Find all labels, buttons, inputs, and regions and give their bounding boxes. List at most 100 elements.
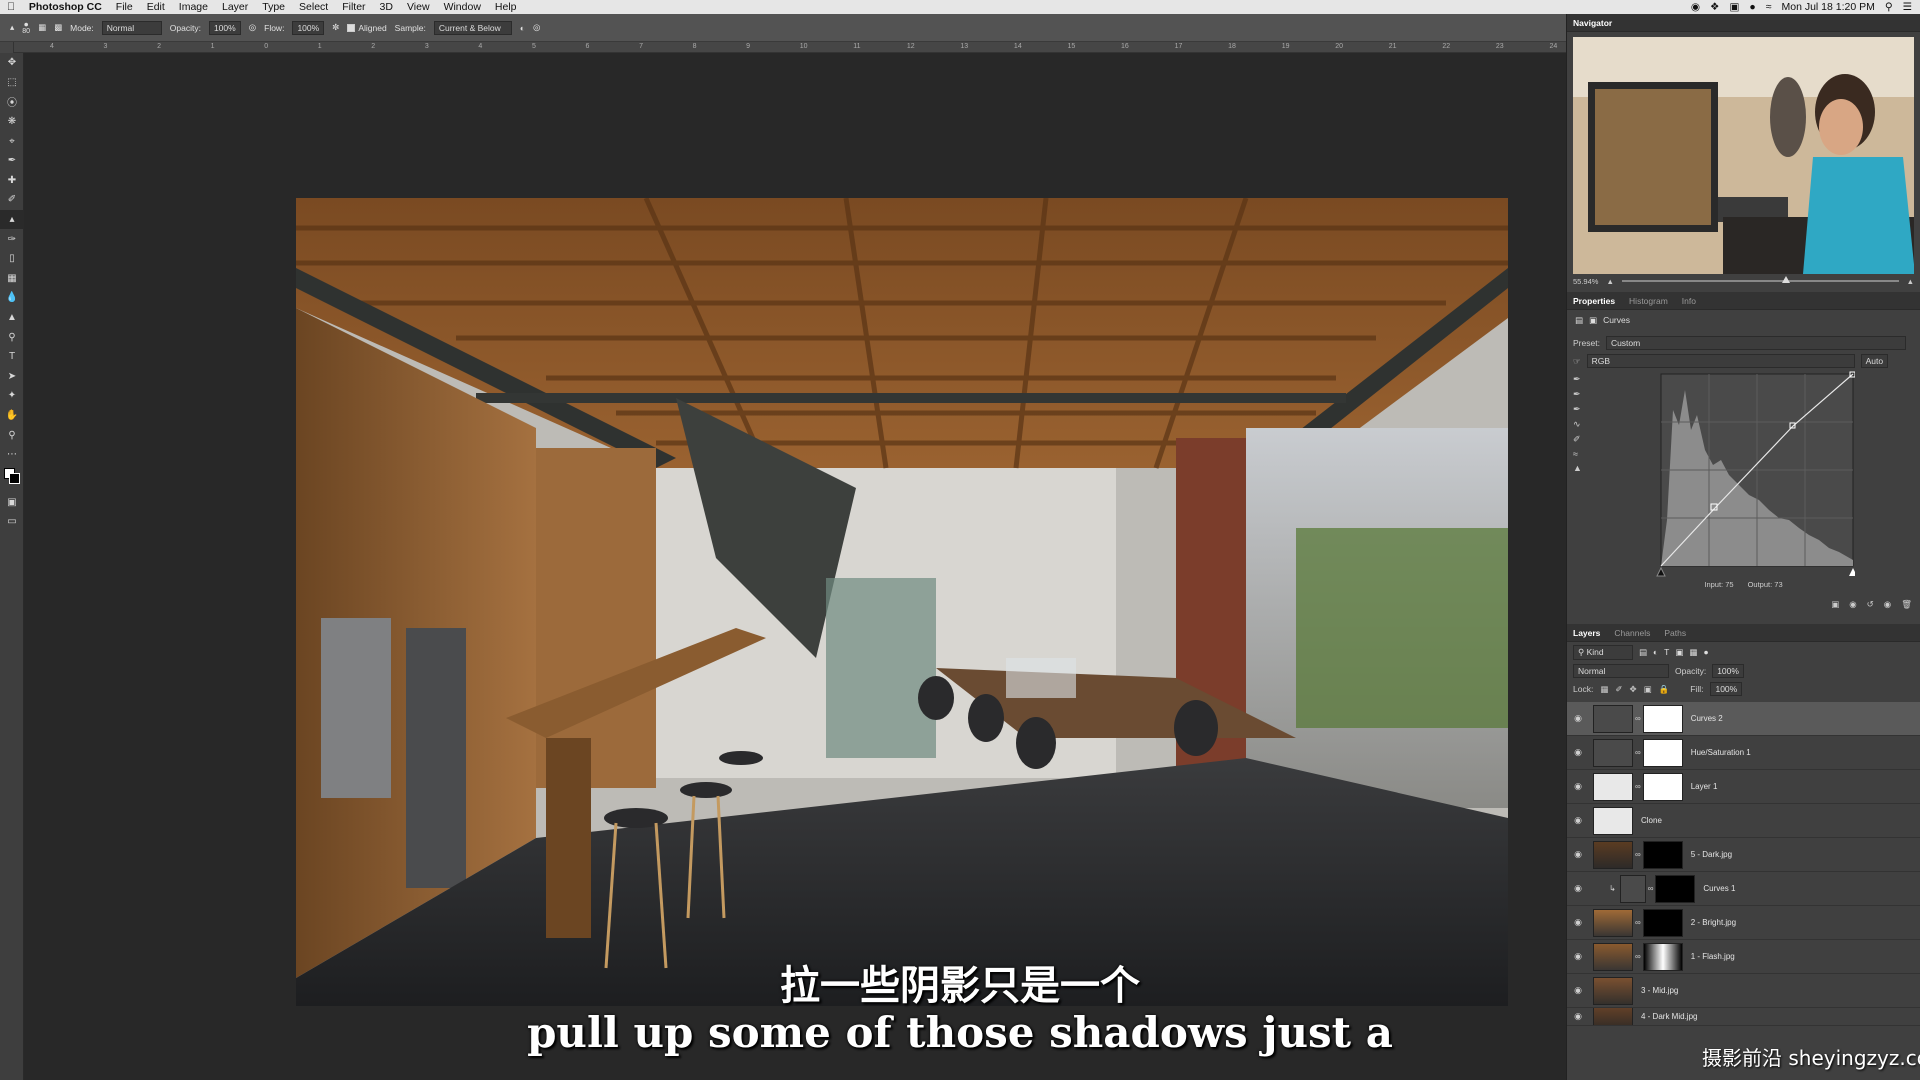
zoom-in-icon[interactable]: ▲ [1907,277,1914,286]
brush-tool-icon[interactable]: ✐ [0,190,24,210]
dropbox-icon[interactable]: ❖ [1710,0,1719,14]
more-tools-icon[interactable]: ⋯ [0,445,24,465]
clip-to-layer-icon[interactable]: ▣ [1831,599,1839,610]
curves-graph[interactable] [1655,370,1855,580]
menu-list-icon[interactable]: ☰ [1903,0,1912,14]
tab-paths[interactable]: Paths [1664,628,1686,638]
layer-mask-thumb[interactable] [1642,840,1683,869]
layer-mask-thumb[interactable] [1642,738,1683,767]
navigator-title[interactable]: Navigator [1573,18,1612,28]
visibility-eye-icon[interactable]: ◉ [1567,849,1589,860]
lock-image-icon[interactable]: ✐ [1615,684,1622,695]
link-icon[interactable]: ∞ [1635,714,1641,723]
record-icon[interactable]: ◉ [1691,0,1700,14]
color-swatches[interactable] [0,464,24,492]
lock-all-icon[interactable]: 🔒 [1659,684,1670,695]
menu-filter[interactable]: Filter [335,0,372,14]
mode-select[interactable]: Normal [101,20,162,35]
link-icon[interactable]: ∞ [1635,918,1641,927]
menu-type[interactable]: Type [255,0,292,14]
visibility-eye-icon[interactable]: ◉ [1567,815,1589,826]
layer-name[interactable]: 5 - Dark.jpg [1691,850,1732,859]
healing-brush-tool-icon[interactable]: ✚ [0,171,24,191]
apple-icon[interactable]:  [0,0,22,14]
menu-window[interactable]: Window [437,0,488,14]
tab-layers[interactable]: Layers [1573,628,1600,638]
clone-stamp-tool-icon[interactable]: ▴ [0,209,24,230]
curve-points-icon[interactable]: ∿ [1573,419,1582,430]
tab-histogram[interactable]: Histogram [1629,296,1668,306]
layer-row-3-mid[interactable]: ◉ 3 - Mid.jpg [1567,974,1920,1008]
pencil-draw-icon[interactable]: ✐ [1573,434,1582,445]
pen-tool-icon[interactable]: ⚲ [0,327,24,347]
layer-name[interactable]: Hue/Saturation 1 [1691,748,1751,757]
pixel-filter-icon[interactable]: ▤ [1639,647,1647,658]
layer-name[interactable]: 1 - Flash.jpg [1691,952,1735,961]
visibility-toggle-icon[interactable]: ◉ [1884,599,1891,610]
clipping-warning-icon[interactable]: ▲ [1573,463,1582,473]
lock-transparent-icon[interactable]: ▦ [1600,684,1608,695]
menu-select[interactable]: Select [292,0,335,14]
layer-row-5-dark[interactable]: ◉ ∞ 5 - Dark.jpg [1567,838,1920,872]
hand-tool-icon[interactable]: ✋ [0,406,24,426]
visibility-eye-icon[interactable]: ◉ [1567,747,1589,758]
layer-row-curves-1[interactable]: ◉ ↳ ∞ Curves 1 [1567,872,1920,906]
navigator-zoom-slider[interactable] [1621,276,1899,283]
layer-row-curves-2[interactable]: ◉ ∞ Curves 2 [1567,702,1920,736]
layer-name[interactable]: 2 - Bright.jpg [1691,918,1736,927]
type-tool-icon[interactable]: T [0,347,24,367]
gradient-tool-icon[interactable]: ▦ [0,269,24,289]
pressure-opacity-icon[interactable]: ◎ [249,22,256,33]
layer-opacity-value[interactable]: 100% [1712,664,1744,678]
visibility-eye-icon[interactable]: ◉ [1567,917,1589,928]
layer-name[interactable]: Curves 1 [1703,884,1735,893]
blend-mode-select[interactable]: Normal [1573,664,1669,678]
move-tool-icon[interactable]: ✥ [0,53,24,73]
filter-toggle-icon[interactable]: ● [1703,647,1708,657]
dodge-tool-icon[interactable]: ▲ [0,308,24,328]
layer-mask-thumb[interactable] [1642,908,1683,937]
zoom-slider-handle[interactable] [1782,276,1791,283]
quick-mask-icon[interactable]: ▣ [0,492,24,512]
menu-layer[interactable]: Layer [215,0,255,14]
app-menu[interactable]: Photoshop CC [22,0,109,14]
menu-3d[interactable]: 3D [373,0,400,14]
layer-mask-thumb[interactable] [1642,704,1683,733]
lasso-tool-icon[interactable]: ⦿ [0,92,24,112]
sample-select[interactable]: Current & Below [433,20,512,35]
link-icon[interactable]: ∞ [1635,850,1641,859]
history-brush-tool-icon[interactable]: ✑ [0,229,24,249]
layer-name[interactable]: Layer 1 [1691,782,1718,791]
clone-source-panel-icon[interactable]: ▦ [38,22,46,33]
smooth-curve-icon[interactable]: ≈ [1573,449,1582,459]
zoom-tool-icon[interactable]: ⚲ [0,425,24,445]
black-point-eyedropper-icon[interactable]: ✒ [1573,374,1582,385]
eraser-tool-icon[interactable]: ▯ [0,249,24,269]
layer-row-4-dark-mid[interactable]: ◉ 4 - Dark Mid.jpg [1567,1008,1920,1026]
pressure-size-icon[interactable]: ◎ [533,22,540,33]
path-select-tool-icon[interactable]: ➤ [0,367,24,387]
screen-mode-icon[interactable]: ▭ [0,512,24,532]
visibility-eye-icon[interactable]: ◉ [1567,883,1589,894]
input-value[interactable]: 75 [1725,580,1733,589]
opacity-select[interactable]: 100% [208,20,241,35]
lock-position-icon[interactable]: ✥ [1629,684,1636,695]
tab-info[interactable]: Info [1682,296,1696,306]
smart-object-filter-icon[interactable]: ▦ [1689,647,1697,658]
zoom-out-icon[interactable]: ▲ [1606,277,1613,286]
layer-name[interactable]: 3 - Mid.jpg [1641,986,1678,995]
navigator-thumbnail[interactable] [1573,37,1914,274]
blur-tool-icon[interactable]: 💧 [0,288,24,308]
auto-button[interactable]: Auto [1860,354,1889,368]
eyedropper-tool-icon[interactable]: ✒ [0,151,24,171]
reset-icon[interactable]: ↺ [1867,599,1874,610]
visibility-eye-icon[interactable]: ◉ [1567,781,1589,792]
layer-kind-filter[interactable]: ⚲ Kind [1573,644,1633,660]
background-color-swatch[interactable] [9,473,20,485]
airbrush-icon[interactable]: ✼ [332,22,339,33]
layer-name[interactable]: Clone [1641,816,1662,825]
output-value[interactable]: 73 [1774,580,1782,589]
crop-tool-icon[interactable]: ⌖ [0,131,24,151]
link-icon[interactable]: ∞ [1635,748,1641,757]
layer-row-layer-1[interactable]: ◉ ∞ Layer 1 [1567,770,1920,804]
